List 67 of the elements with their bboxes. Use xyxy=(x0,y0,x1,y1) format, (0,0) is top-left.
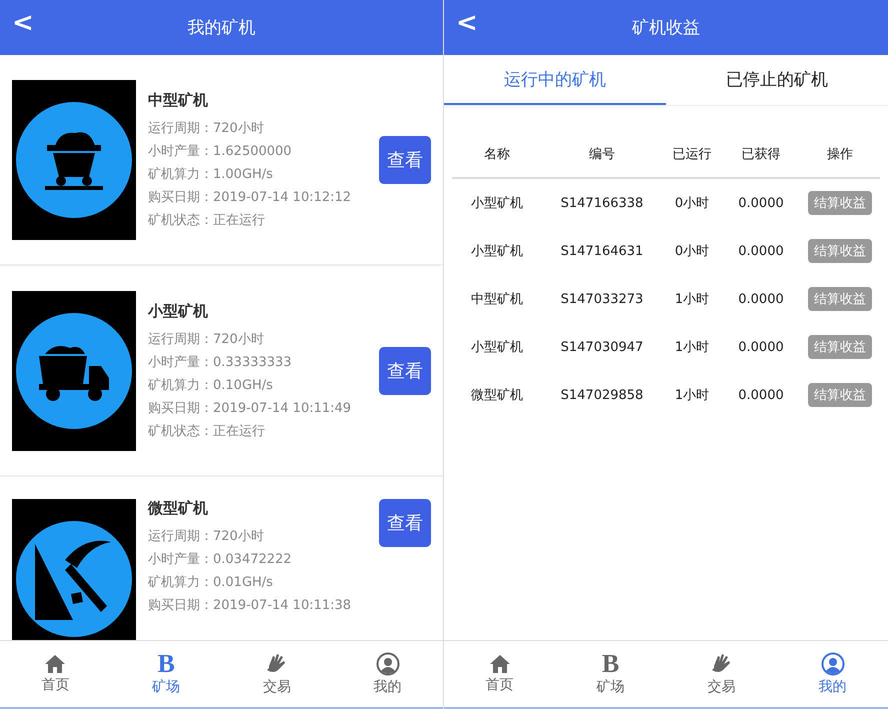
table-cell-text: 小型矿机 xyxy=(470,195,524,212)
tab-bar-item[interactable]: 首页 xyxy=(0,641,111,707)
table-cell-text: 0.0000 xyxy=(737,196,785,210)
table-cell-text: 0.0000 xyxy=(737,292,785,306)
user-icon xyxy=(820,652,844,676)
machine-detail: 运行周期：720小时 xyxy=(148,330,265,348)
tab-bar-item[interactable]: 我的 xyxy=(777,641,888,707)
back-button[interactable]: < xyxy=(12,8,34,38)
machine-detail: 小时产量：0.33333333 xyxy=(148,354,293,370)
machine-detail: 矿机算力：0.01GH/s xyxy=(148,574,274,591)
home-icon xyxy=(44,654,66,674)
machine-detail: 小时产量：0.03472222 xyxy=(148,551,293,568)
back-button[interactable]: < xyxy=(456,8,478,38)
machine-detail: 矿机算力：1.00GH/s xyxy=(148,166,274,182)
tab-bar-item[interactable]: B 矿场 xyxy=(555,641,666,707)
page-title: 矿机收益 xyxy=(632,17,700,39)
letter-icon: B xyxy=(157,652,175,676)
column-header: 已获得 xyxy=(740,146,782,163)
tab-bar-item[interactable]: 我的 xyxy=(332,641,443,707)
machine-detail: 矿机状态：正在运行 xyxy=(148,422,266,440)
table-cell-text: 中型矿机 xyxy=(470,291,524,308)
tab-bar-item[interactable]: 交易 xyxy=(666,641,777,707)
machine-name: 中型矿机 xyxy=(148,90,209,110)
view-button[interactable]: 查看 xyxy=(379,499,431,547)
table-cell-text: 1小时 xyxy=(674,291,710,308)
table-cell-text: 1小时 xyxy=(674,339,710,356)
machine-detail: 矿机状态：正在运行 xyxy=(148,212,266,228)
table-cell-text: S147033273 xyxy=(560,292,644,306)
tab[interactable]: 已停止的矿机 xyxy=(666,55,888,105)
table-cell-text: 0小时 xyxy=(674,243,710,260)
tab[interactable]: 运行中的矿机 xyxy=(444,55,666,105)
table-cell-text: 0.0000 xyxy=(737,244,785,258)
column-header: 已运行 xyxy=(672,146,712,163)
machine-detail: 购买日期：2019-07-14 10:11:49 xyxy=(148,400,352,416)
view-button[interactable]: 查看 xyxy=(379,346,431,394)
machine-detail: 运行周期：720小时 xyxy=(148,120,265,136)
letter-icon: B xyxy=(602,652,620,676)
column-header: 名称 xyxy=(483,146,511,163)
tab-bar-item[interactable]: 首页 xyxy=(444,641,555,707)
view-button[interactable]: 查看 xyxy=(379,136,431,184)
machine-detail: 小时产量：1.62500000 xyxy=(148,142,293,160)
column-header: 编号 xyxy=(588,146,616,163)
table-cell-text: S147164631 xyxy=(560,244,644,258)
machine-detail: 矿机算力：0.10GH/s xyxy=(148,376,274,394)
table-cell-text: S147030947 xyxy=(560,340,644,354)
machine-name: 小型矿机 xyxy=(148,302,209,320)
mine-cart-icon xyxy=(15,100,133,218)
machine-detail: 运行周期：720小时 xyxy=(148,528,265,545)
column-header: 操作 xyxy=(826,146,854,163)
machine-detail: 购买日期：2019-07-14 10:11:38 xyxy=(148,597,352,614)
table-cell-text: 0小时 xyxy=(674,195,710,212)
dump-truck-icon xyxy=(15,312,133,430)
home-icon xyxy=(488,654,510,674)
tab-bar-item[interactable]: 交易 xyxy=(222,641,332,707)
user-icon xyxy=(376,652,400,676)
tab-bar-item[interactable]: B 矿场 xyxy=(110,641,222,707)
machine-name: 微型矿机 xyxy=(148,499,209,518)
table-cell-text: S147029858 xyxy=(560,388,644,402)
table-cell-text: 0.0000 xyxy=(737,388,785,402)
table-cell-text: 小型矿机 xyxy=(470,339,524,356)
machine-detail: 购买日期：2019-07-14 10:12:12 xyxy=(148,188,352,206)
table-cell-text: 0.0000 xyxy=(737,340,785,354)
table-cell-text: 1小时 xyxy=(674,387,710,404)
table-cell-text: 微型矿机 xyxy=(470,387,524,404)
table-cell-text: S147166338 xyxy=(560,196,644,210)
page-title: 我的矿机 xyxy=(188,17,256,39)
table-cell-text: 小型矿机 xyxy=(470,243,524,260)
